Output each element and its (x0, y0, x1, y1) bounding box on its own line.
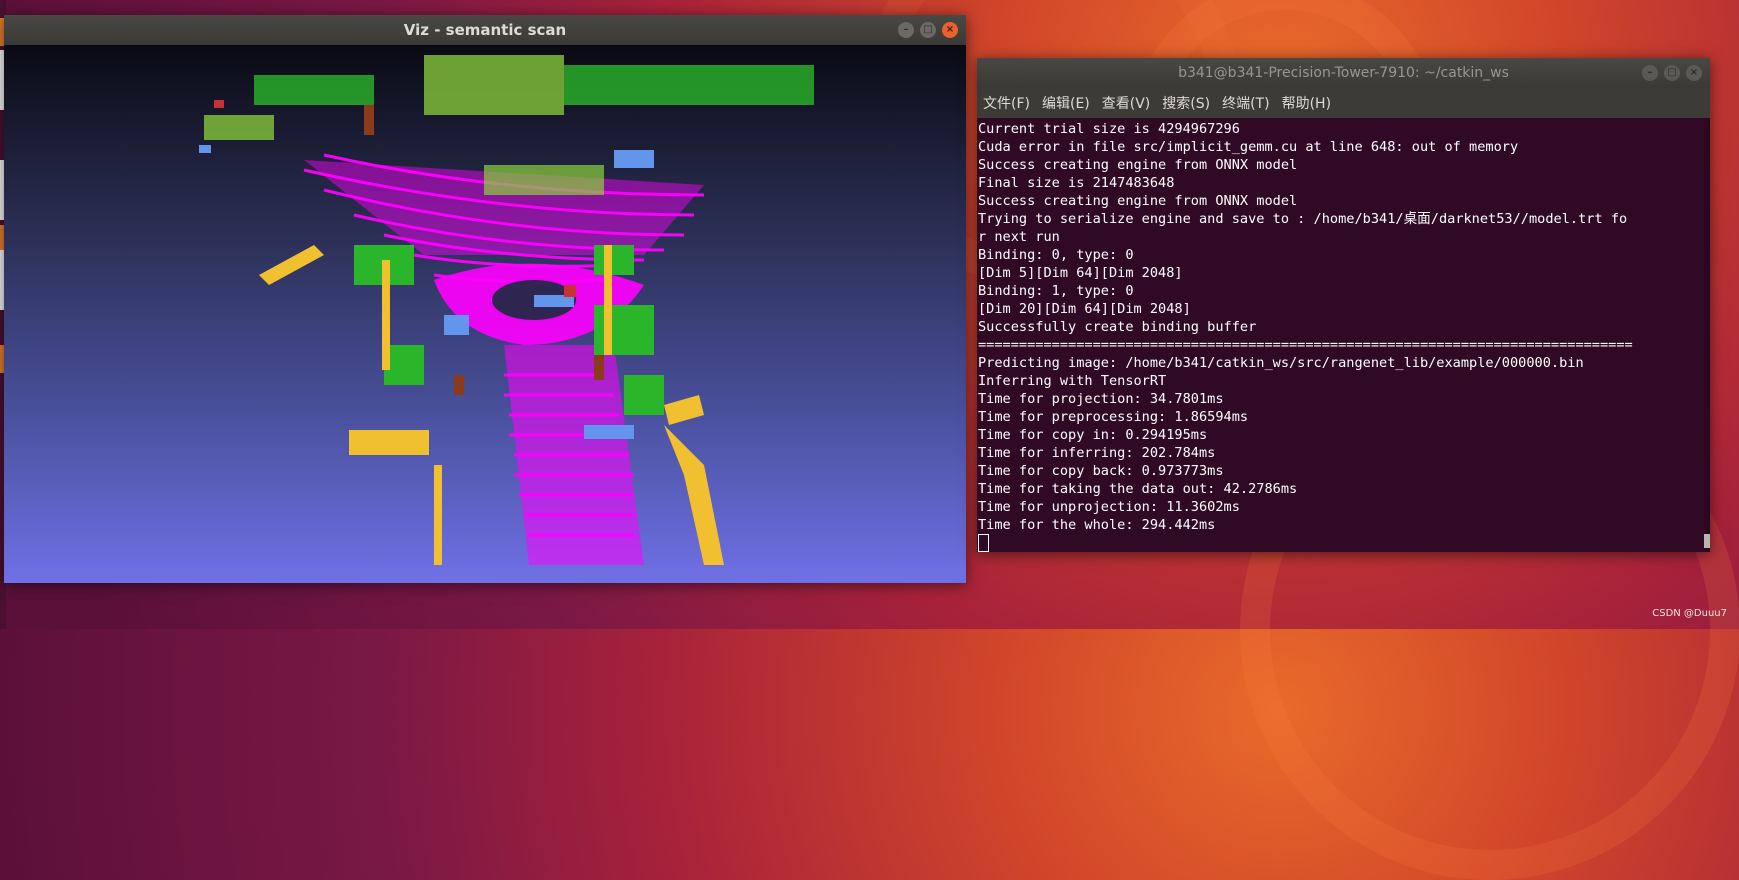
menu-file[interactable]: 文件(F) (983, 93, 1030, 113)
terminal-line: Binding: 0, type: 0 (978, 247, 1134, 263)
close-button[interactable]: × (942, 22, 958, 38)
terminal-line: Successfully create binding buffer (978, 319, 1257, 335)
viz-window[interactable]: Viz - semantic scan – □ × (4, 15, 966, 583)
terminal-line: Time for projection: 34.7801ms (978, 391, 1224, 407)
terminal-titlebar[interactable]: b341@b341-Precision-Tower-7910: ~/catkin… (977, 58, 1710, 88)
road-south (504, 345, 644, 565)
minimize-button[interactable]: – (1642, 65, 1658, 81)
terminal-output[interactable]: Current trial size is 4294967296 Cuda er… (977, 118, 1710, 554)
terminal-title: b341@b341-Precision-Tower-7910: ~/catkin… (1178, 65, 1509, 81)
menu-terminal[interactable]: 终端(T) (1222, 93, 1269, 113)
terminal-line: Final size is 2147483648 (978, 175, 1175, 191)
terminal-line: [Dim 20][Dim 64][Dim 2048] (978, 301, 1191, 317)
menu-view[interactable]: 查看(V) (1102, 93, 1151, 113)
terminal-line: Time for preprocessing: 1.86594ms (978, 409, 1249, 425)
terminal-line: Trying to serialize engine and save to :… (978, 211, 1628, 227)
terminal-line: Success creating engine from ONNX model (978, 193, 1298, 209)
terminal-line: Time for the whole: 294.442ms (978, 517, 1216, 533)
terminal-cursor (978, 534, 989, 552)
terminal-line: Time for copy back: 0.973773ms (978, 463, 1224, 479)
terminal-prompt-line[interactable] (978, 534, 1710, 552)
terminal-line: Time for unprojection: 11.3602ms (978, 499, 1240, 515)
terminal-line: Cuda error in file src/implicit_gemm.cu … (978, 139, 1519, 155)
terminal-line: Success creating engine from ONNX model (978, 157, 1298, 173)
terminal-line: Binding: 1, type: 0 (978, 283, 1134, 299)
menu-help[interactable]: 帮助(H) (1282, 93, 1331, 113)
terminal-line: Time for taking the data out: 42.2786ms (978, 481, 1298, 497)
scrollbar-thumb[interactable] (1704, 534, 1710, 548)
terminal-line: ========================================… (978, 337, 1633, 353)
terminal-line: Current trial size is 4294967296 (978, 121, 1240, 137)
menu-search[interactable]: 搜索(S) (1162, 93, 1210, 113)
terminal-menubar: 文件(F) 编辑(E) 查看(V) 搜索(S) 终端(T) 帮助(H) (977, 88, 1710, 118)
terminal-line: Time for copy in: 0.294195ms (978, 427, 1208, 443)
terminal-line: Time for inferring: 202.784ms (978, 445, 1216, 461)
terminal-line: r next run (978, 229, 1060, 245)
minimize-button[interactable]: – (898, 22, 914, 38)
terminal-line: Predicting image: /home/b341/catkin_ws/s… (978, 355, 1584, 371)
terminal-line: [Dim 5][Dim 64][Dim 2048] (978, 265, 1183, 281)
point-cloud-canvas[interactable] (4, 45, 966, 583)
maximize-button[interactable]: □ (1664, 65, 1680, 81)
viz-titlebar[interactable]: Viz - semantic scan – □ × (4, 15, 966, 45)
terminal-scrollbar[interactable] (1704, 118, 1710, 552)
terminal-line: Inferring with TensorRT (978, 373, 1167, 389)
menu-edit[interactable]: 编辑(E) (1042, 93, 1090, 113)
viz-title: Viz - semantic scan (403, 21, 567, 39)
maximize-button[interactable]: □ (920, 22, 936, 38)
close-button[interactable]: × (1686, 65, 1702, 81)
terminal-window[interactable]: b341@b341-Precision-Tower-7910: ~/catkin… (977, 58, 1710, 552)
watermark: CSDN @Duuu7 (1652, 608, 1727, 619)
point-cloud-render (199, 55, 814, 565)
